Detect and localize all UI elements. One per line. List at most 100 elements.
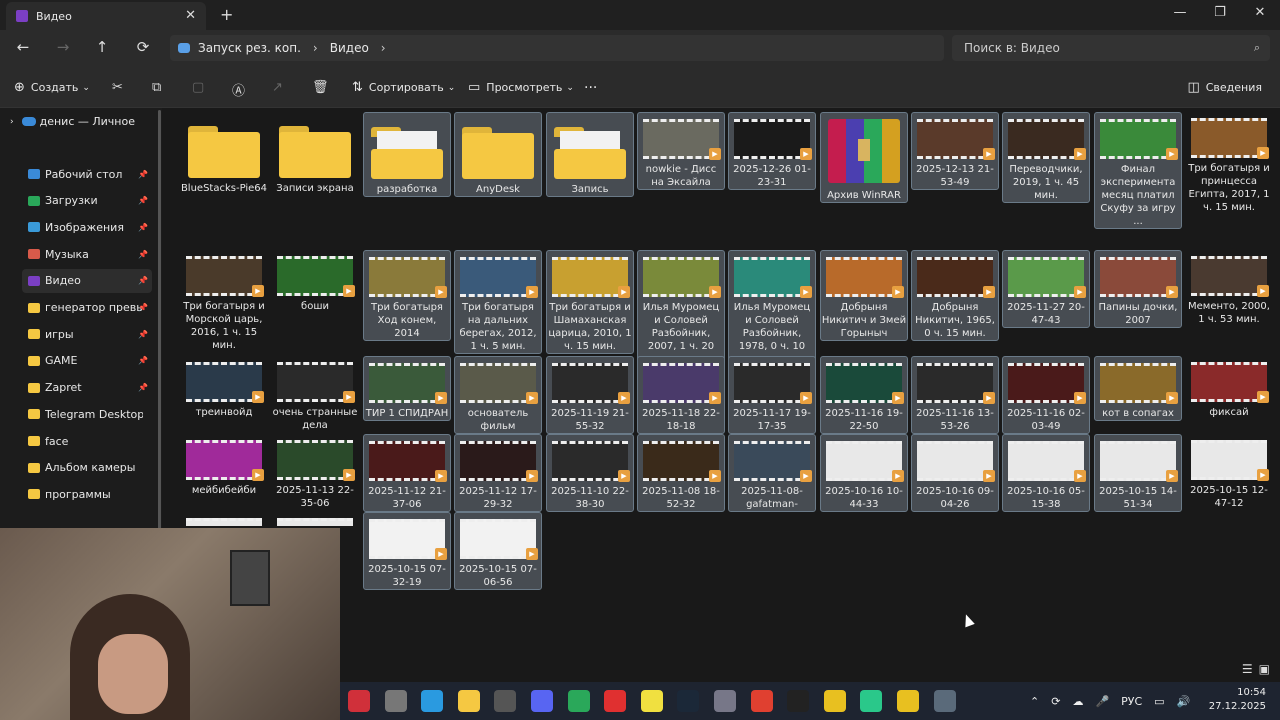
sidebar-item[interactable]: Рабочий стол 📌 [22, 162, 152, 186]
breadcrumb-chevron-icon[interactable]: › [381, 41, 386, 55]
breadcrumb-item-video[interactable]: Видео [330, 41, 369, 55]
folder-item[interactable]: разработка [363, 112, 451, 197]
video-file[interactable]: ▶ Три богатыря и Морской царь, 2016, 1 ч.… [180, 250, 268, 352]
video-file[interactable]: ▶ 2025-12-26 01-23-31 [728, 112, 816, 190]
tray-chevron-icon[interactable]: ⌃ [1030, 695, 1039, 708]
back-button[interactable]: ← [12, 38, 34, 56]
sidebar-scrollbar[interactable] [158, 110, 161, 530]
video-file[interactable]: ▶ мейбибейби [180, 434, 268, 497]
video-file[interactable]: ▶ Три богатыря и принцесса Египта, 2017, … [1185, 112, 1273, 214]
search-input[interactable]: Поиск в: Видео [964, 41, 1060, 55]
video-file[interactable]: ▶ кот в сопагах [1094, 356, 1182, 421]
chevron-right-icon[interactable]: › [10, 117, 14, 127]
folder-item[interactable]: Запись [546, 112, 634, 197]
video-file[interactable]: ▶ Мементо, 2000, 1 ч. 53 мин. [1185, 250, 1273, 326]
video-file[interactable]: ▶ Добрыня Никитич, 1965, 0 ч. 15 мин. [911, 250, 999, 341]
video-file[interactable]: ▶ [180, 512, 268, 526]
sticky-notes-taskbar-icon[interactable] [640, 690, 663, 712]
archive-file[interactable]: Архив WinRAR [820, 112, 908, 203]
video-file[interactable]: ▶ [271, 512, 359, 526]
yandex-taskbar-icon[interactable] [604, 690, 627, 712]
re-app-taskbar-icon[interactable] [787, 690, 810, 712]
settings-taskbar-icon[interactable] [714, 690, 736, 712]
green-app-taskbar-icon[interactable] [567, 690, 590, 712]
file-explorer-taskbar-icon[interactable] [457, 690, 480, 712]
video-file[interactable]: ▶ 2025-11-12 17-29-32 [454, 434, 542, 512]
volume-icon[interactable]: 🔊 [1177, 695, 1191, 708]
sync-icon[interactable]: ⟳ [1051, 695, 1060, 708]
video-file[interactable]: ▶ Три богатыря Ход конем, 2014 [363, 250, 451, 341]
details-button[interactable]: ◫ Сведения [1187, 80, 1262, 95]
microphone-icon[interactable]: 🎤 [1095, 695, 1109, 708]
calendar-taskbar-icon[interactable] [348, 690, 370, 712]
sidebar-item[interactable]: Zapret 📌 [22, 376, 152, 400]
close-window-button[interactable]: ✕ [1240, 0, 1280, 30]
share-icon[interactable]: ↗ [272, 80, 283, 95]
sidebar-item-onedrive[interactable]: › денис — Личное [10, 115, 135, 128]
breadcrumb-item-backup[interactable]: Запуск рез. коп. [198, 41, 301, 55]
sidebar-item[interactable]: Изображения 📌 [22, 215, 152, 239]
video-file[interactable]: ▶ Три богатыря на дальних берегах, 2012, … [454, 250, 542, 354]
rename-icon[interactable]: Ⓐ [232, 80, 245, 99]
video-file[interactable]: ▶ фиксай [1185, 356, 1273, 419]
video-file[interactable]: ▶ 2025-10-15 14-51-34 [1094, 434, 1182, 512]
video-file[interactable]: ▶ 2025-11-27 20-47-43 [1002, 250, 1090, 328]
sidebar-item[interactable]: GAME 📌 [22, 349, 152, 373]
paste-icon[interactable]: ▢ [192, 80, 204, 95]
video-file[interactable]: ▶ 2025-11-12 21-37-06 [363, 434, 451, 512]
telegram-taskbar-icon[interactable] [421, 690, 444, 712]
forward-button[interactable]: → [52, 38, 74, 56]
chrome-taskbar-icon[interactable] [750, 690, 773, 712]
search-icon[interactable]: ⌕ [1254, 35, 1260, 61]
video-file[interactable]: ▶ Илья Муромец и Соловей Разбойник, 1978,… [728, 250, 816, 367]
sidebar-item[interactable]: программы [22, 482, 152, 506]
view-button[interactable]: ▭ Просмотреть ⌄ [468, 80, 574, 95]
video-file[interactable]: ▶ Папины дочки, 2007 [1094, 250, 1182, 328]
video-file[interactable]: ▶ 2025-11-13 22-35-06 [271, 434, 359, 510]
network-icon[interactable]: ▭ [1154, 695, 1164, 708]
video-file[interactable]: ▶ треинвойд [180, 356, 268, 419]
sidebar-item[interactable]: игры 📌 [22, 322, 152, 346]
language-indicator[interactable]: РУС [1121, 695, 1142, 708]
video-file[interactable]: ▶ 2025-11-08 18-52-32 [637, 434, 725, 512]
video-file[interactable]: ▶ Финал эксперимента месяц платил Скуфу з… [1094, 112, 1182, 229]
sidebar-item[interactable]: Видео 📌 [22, 268, 152, 293]
sidebar-item[interactable]: генератор превью к📌 [22, 296, 152, 320]
video-file[interactable]: ▶ ТИР 1 СПИДРАН [363, 356, 451, 421]
video-file[interactable]: ▶ 2025-10-15 07-32-19 [363, 512, 451, 590]
video-file[interactable]: ▶ Добрыня Никитич и Змей Горыныч [820, 250, 908, 341]
copy-icon[interactable]: ⧉ [152, 80, 161, 95]
breadcrumb[interactable]: Запуск рез. коп. › Видео › [170, 35, 944, 61]
video-file[interactable]: ▶ 2025-11-16 02-03-49 [1002, 356, 1090, 434]
sort-button[interactable]: ⇅ Сортировать ⌄ [352, 80, 455, 95]
obs-taskbar-icon[interactable] [494, 690, 517, 712]
sidebar-item[interactable]: Альбом камеры [22, 456, 152, 480]
new-tab-button[interactable]: + [220, 5, 233, 24]
folder-item[interactable]: Записи экрана [271, 112, 359, 195]
tab-video[interactable]: Видео ✕ [6, 2, 206, 30]
refresh-button[interactable]: ⟳ [132, 38, 154, 56]
sidebar-item[interactable]: Музыка 📌 [22, 242, 152, 266]
close-tab-icon[interactable]: ✕ [185, 8, 196, 23]
details-view-icon[interactable]: ☰ [1242, 662, 1253, 676]
video-file[interactable]: ▶ 2025-11-18 22-18-18 [637, 356, 725, 434]
search-box[interactable]: Поиск в: Видео ⌕ [952, 35, 1270, 61]
video-file[interactable]: ▶ 2025-10-15 12-47-12 [1185, 434, 1273, 510]
video-file[interactable]: ▶ 2025-10-16 10-44-33 [820, 434, 908, 512]
cut-icon[interactable]: ✂ [112, 80, 123, 95]
video-file[interactable]: ▶ очень странные дела [271, 356, 359, 432]
video-file[interactable]: ▶ 2025-11-16 13-53-26 [911, 356, 999, 434]
clock[interactable]: 10:54 27.12.2025 [1209, 686, 1266, 714]
video-file[interactable]: ▶ Переводчики, 2019, 1 ч. 45 мин. [1002, 112, 1090, 203]
discord-taskbar-icon[interactable] [531, 690, 553, 712]
tiles-view-icon[interactable]: ▣ [1259, 662, 1270, 676]
video-file[interactable]: ▶ 2025-11-08-gafatman- [728, 434, 816, 512]
folder-item[interactable]: AnyDesk [454, 112, 542, 197]
video-file[interactable]: ▶ 2025-11-16 19-22-50 [820, 356, 908, 434]
calculator-taskbar-icon[interactable] [933, 690, 956, 712]
sidebar-item[interactable]: Загрузки 📌 [22, 189, 152, 213]
video-file[interactable]: ▶ 2025-10-16 05-15-38 [1002, 434, 1090, 512]
delete-icon[interactable]: 🗑 [312, 80, 329, 95]
video-file[interactable]: ▶ 2025-11-19 21-55-32 [546, 356, 634, 434]
more-options-icon[interactable]: ··· [584, 80, 597, 96]
